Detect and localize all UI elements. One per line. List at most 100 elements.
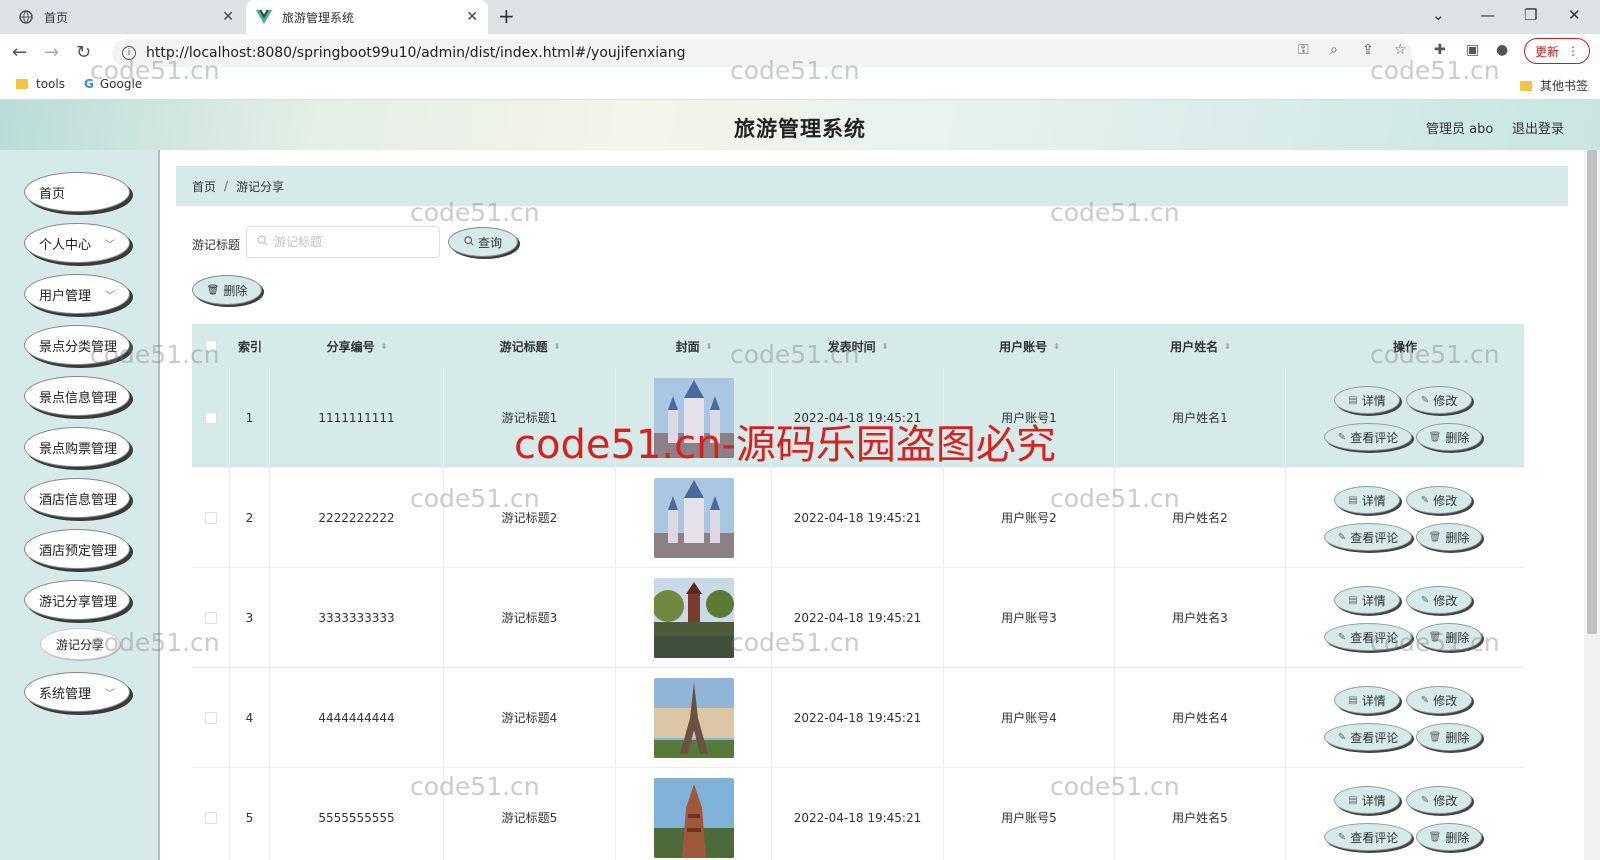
profile-icon[interactable]: ●	[1496, 42, 1508, 58]
delete-button[interactable]: 🗑 删除	[1416, 623, 1482, 651]
cover-image-pagoda[interactable]	[653, 777, 734, 858]
tab-travel-system[interactable]: 旅游管理系统 ✕	[246, 0, 488, 34]
cover-image-castle[interactable]	[653, 477, 734, 558]
scrollbar-thumb[interactable]	[1587, 150, 1597, 634]
sidebar-item-hotel-booking[interactable]: 酒店预定管理	[24, 529, 130, 569]
minimize-icon[interactable]: —	[1480, 0, 1495, 30]
window-close-icon[interactable]: ✕	[1568, 0, 1581, 30]
zoom-icon[interactable]: ⌕	[1330, 42, 1338, 58]
sidebar-item-travelogue[interactable]: 游记分享管理	[24, 580, 130, 620]
cover-image-lake-pagoda[interactable]	[653, 577, 734, 658]
search-field[interactable]	[246, 226, 440, 258]
star-icon[interactable]: ☆	[1394, 42, 1407, 58]
edit-button[interactable]: ✎ 修改	[1406, 386, 1472, 414]
edit-button[interactable]: ✎ 修改	[1406, 786, 1472, 814]
sidebar-subitem-travelogue-share[interactable]: 游记分享	[40, 628, 120, 660]
sidebar-item-ticket[interactable]: 景点购票管理	[24, 427, 130, 467]
column-header-name[interactable]: 用户姓名 ⬍	[1115, 324, 1286, 368]
column-header-title[interactable]: 游记标题 ⬍	[444, 324, 616, 368]
detail-button[interactable]: ▤ 详情	[1334, 586, 1400, 614]
column-header-time[interactable]: 发表时间 ⬍	[772, 324, 944, 368]
site-info-icon[interactable]: i	[122, 46, 136, 60]
close-icon[interactable]: ✕	[466, 9, 478, 25]
delete-button[interactable]: 🗑 删除	[1416, 523, 1482, 551]
sidebar-item-personal-center[interactable]: 个人中心 ﹀	[24, 223, 130, 263]
detail-button[interactable]: ▤ 详情	[1334, 786, 1400, 814]
column-header-share-no[interactable]: 分享编号 ⬍	[270, 324, 444, 368]
edit-label: 修改	[1433, 593, 1458, 608]
tab-home[interactable]: 首页 ✕	[8, 0, 244, 34]
edit-button[interactable]: ✎ 修改	[1406, 486, 1472, 514]
batch-delete-button[interactable]: 🗑 删除	[192, 275, 262, 305]
detail-button[interactable]: ▤ 详情	[1334, 686, 1400, 714]
row-checkbox[interactable]	[192, 668, 230, 767]
bookmark-google[interactable]: G Google	[84, 77, 142, 91]
column-header-account[interactable]: 用户账号 ⬍	[944, 324, 1115, 368]
edit-button[interactable]: ✎ 修改	[1406, 686, 1472, 714]
cell-share-no: 5555555555	[270, 768, 444, 860]
row-checkbox[interactable]	[192, 568, 230, 667]
sort-icon[interactable]: ⬍	[1224, 342, 1231, 351]
detail-button[interactable]: ▤ 详情	[1334, 486, 1400, 514]
bookmark-tools[interactable]: tools	[16, 77, 65, 91]
sort-icon[interactable]: ⬍	[1053, 342, 1060, 351]
row-checkbox[interactable]	[192, 768, 230, 860]
trash-icon: 🗑	[1428, 631, 1442, 643]
view-comments-button[interactable]: ✎ 查看评论	[1324, 723, 1412, 751]
search-input[interactable]	[274, 235, 424, 249]
row-checkbox[interactable]	[192, 468, 230, 567]
other-bookmarks[interactable]: 其他书签	[1520, 77, 1588, 94]
sidebar-item-scenic-info[interactable]: 景点信息管理	[24, 376, 130, 416]
sidebar-item-hotel-info[interactable]: 酒店信息管理	[24, 478, 130, 518]
edit-label: 修改	[1433, 793, 1458, 808]
restore-icon[interactable]: ❐	[1524, 0, 1537, 30]
new-tab-icon[interactable]: +	[498, 4, 515, 28]
sidebar-item-home[interactable]: 首页	[24, 172, 130, 212]
view-comments-button[interactable]: ✎ 查看评论	[1324, 523, 1412, 551]
view-comments-button[interactable]: ✎ 查看评论	[1324, 423, 1412, 451]
page-scrollbar[interactable]	[1584, 150, 1600, 860]
sidebar-item-user-management[interactable]: 用户管理 ﹀	[24, 274, 130, 314]
sort-icon[interactable]: ⬍	[882, 342, 889, 351]
delete-button[interactable]: 🗑 删除	[1416, 823, 1482, 851]
sidebar-item-system[interactable]: 系统管理 ﹀	[24, 672, 130, 712]
sort-icon[interactable]: ⬍	[706, 342, 713, 351]
query-button[interactable]: 查询	[448, 227, 518, 257]
sidebar-item-label: 个人中心	[39, 237, 92, 253]
close-icon[interactable]: ✕	[222, 9, 234, 25]
delete-button[interactable]: 🗑 删除	[1416, 423, 1482, 451]
document-icon: ▤	[1348, 494, 1358, 506]
side-panel-icon[interactable]: ▣	[1466, 42, 1479, 58]
url-text: http://localhost:8080/springboot99u10/ad…	[146, 45, 686, 61]
cover-image-castle[interactable]	[653, 377, 734, 458]
extensions-icon[interactable]: ✚	[1434, 42, 1446, 58]
delete-button[interactable]: 🗑 删除	[1416, 723, 1482, 751]
view-comments-button[interactable]: ✎ 查看评论	[1324, 623, 1412, 651]
row-checkbox[interactable]	[192, 368, 230, 467]
breadcrumb: 首页 / 游记分享	[176, 166, 1568, 206]
key-icon[interactable]: ⚿	[1298, 42, 1309, 58]
detail-button[interactable]: ▤ 详情	[1334, 386, 1400, 414]
column-header-cover[interactable]: 封面 ⬍	[616, 324, 772, 368]
cell-account: 用户账号4	[944, 668, 1115, 767]
forward-icon[interactable]: →	[44, 42, 59, 63]
cover-image-eiffel-tower[interactable]	[653, 677, 734, 758]
reload-icon[interactable]: ↻	[76, 42, 91, 63]
sort-icon[interactable]: ⬍	[554, 342, 561, 351]
view-comments-button[interactable]: ✎ 查看评论	[1324, 823, 1412, 851]
share-icon[interactable]: ⇪	[1362, 42, 1374, 58]
back-icon[interactable]: ←	[12, 42, 27, 63]
tab-list-chevron-icon[interactable]: ⌄	[1432, 0, 1445, 30]
update-button[interactable]: 更新 ⋮	[1524, 38, 1590, 64]
logout-link[interactable]: 退出登录	[1512, 118, 1564, 137]
edit-button[interactable]: ✎ 修改	[1406, 586, 1472, 614]
folder-icon	[1520, 80, 1532, 91]
cell-share-no: 2222222222	[270, 468, 444, 567]
url-field[interactable]: i http://localhost:8080/springboot99u10/…	[112, 39, 1412, 67]
sort-icon[interactable]: ⬍	[381, 342, 388, 351]
sidebar-item-scenic-category[interactable]: 景点分类管理	[24, 325, 130, 365]
select-all-checkbox[interactable]	[192, 324, 230, 368]
breadcrumb-home[interactable]: 首页	[192, 178, 216, 195]
search-icon	[464, 235, 474, 249]
delete-label: 删除	[1445, 830, 1470, 845]
